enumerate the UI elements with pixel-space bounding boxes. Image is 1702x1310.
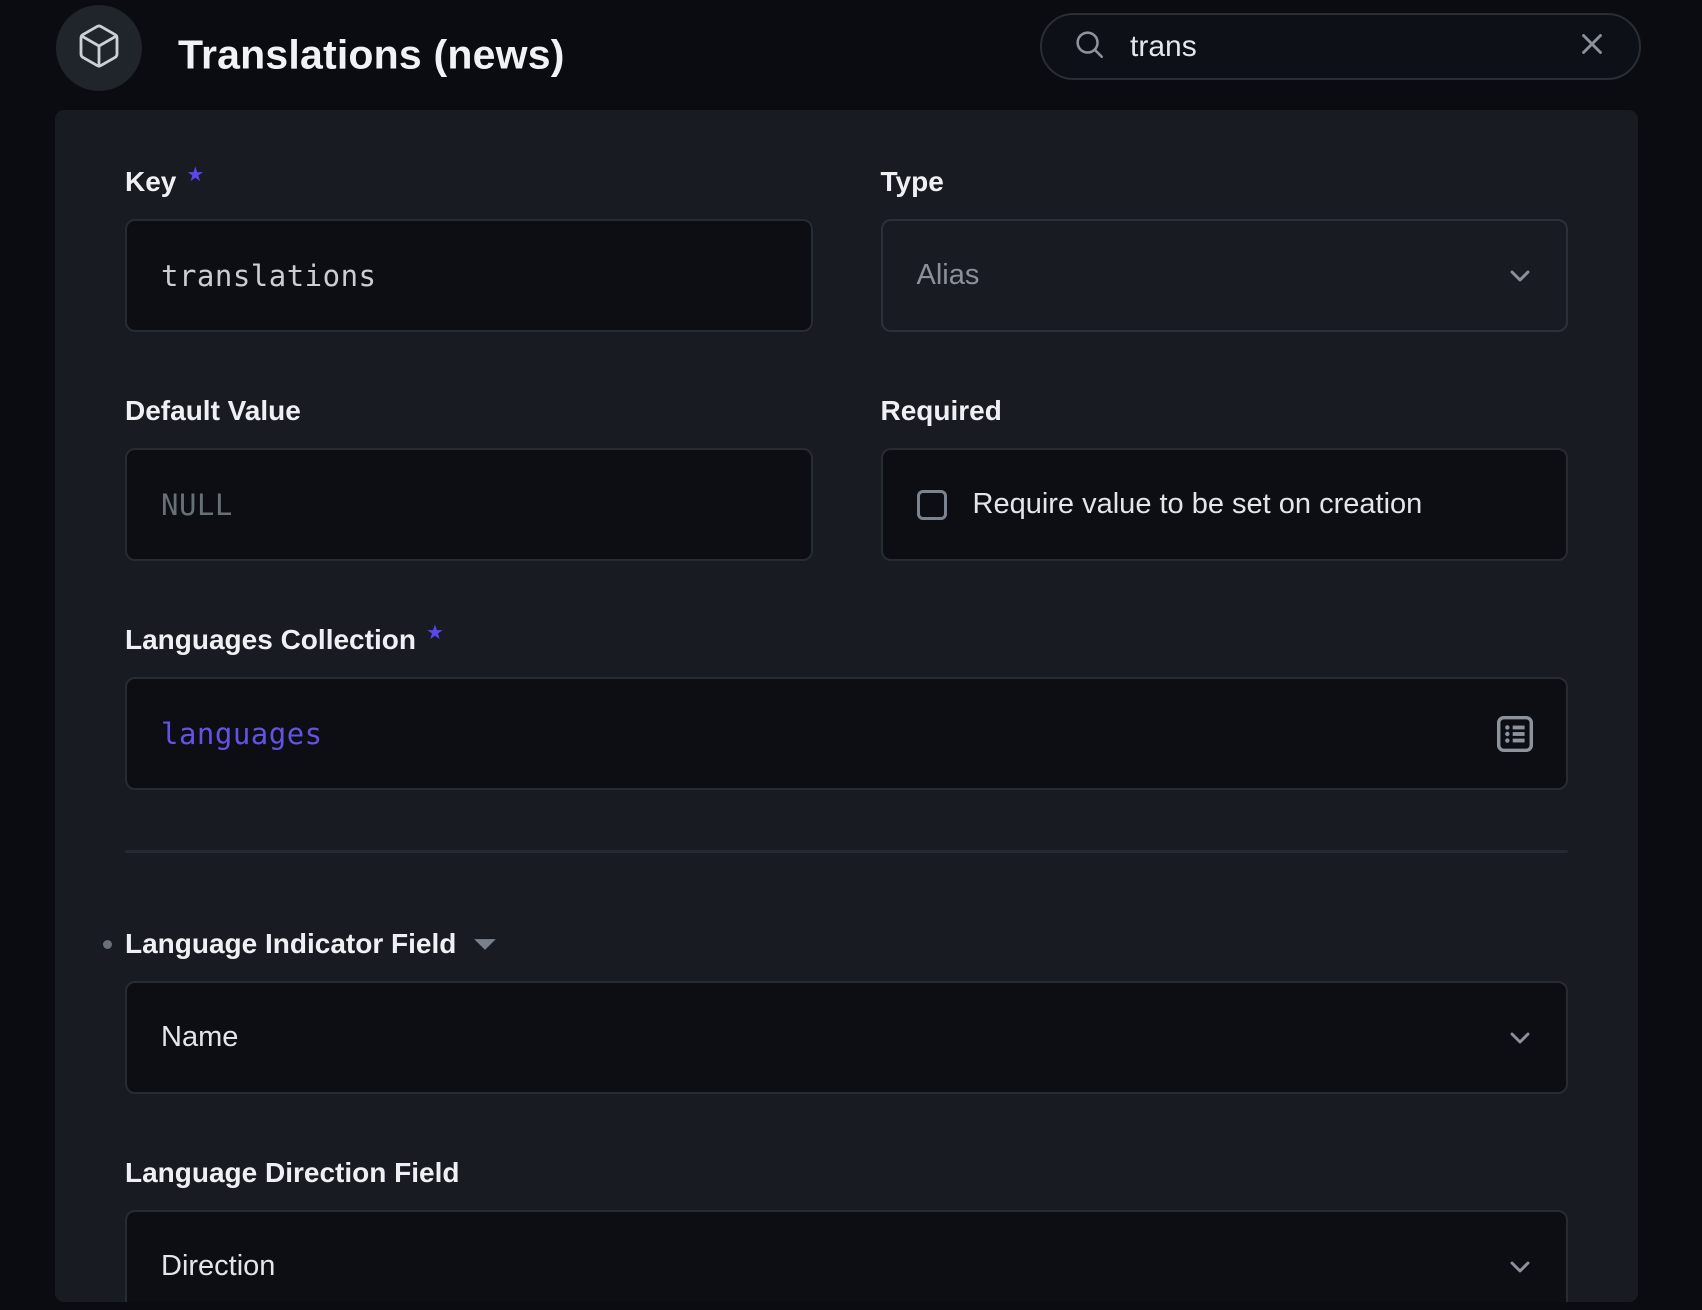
language-indicator-select[interactable]: Name	[125, 981, 1568, 1094]
key-input-box	[125, 219, 813, 332]
close-icon[interactable]	[1575, 27, 1609, 66]
type-select: Alias	[881, 219, 1569, 332]
section-divider	[125, 850, 1568, 853]
chevron-down-icon	[1504, 260, 1536, 292]
default-value-input-box	[125, 448, 813, 561]
required-checkbox-label: Require value to be set on creation	[973, 488, 1423, 521]
search-icon	[1072, 27, 1106, 66]
language-direction-select-value: Direction	[161, 1250, 275, 1283]
language-indicator-label[interactable]: Language Indicator Field	[125, 927, 1568, 961]
type-select-value: Alias	[917, 259, 980, 292]
field-group-type: Type Alias	[881, 165, 1569, 332]
cube-icon	[75, 22, 123, 75]
required-label: Required	[881, 394, 1569, 428]
default-value-input[interactable]	[161, 488, 777, 522]
languages-collection-value: languages	[161, 717, 323, 751]
default-value-label: Default Value	[125, 394, 813, 428]
collection-icon-badge	[56, 5, 142, 91]
languages-collection-label: Languages Collection ★	[125, 623, 1568, 657]
field-group-languages-collection: Languages Collection ★ languages	[125, 623, 1568, 790]
search-input[interactable]	[1130, 30, 1551, 64]
field-group-language-indicator: Language Indicator Field Name	[125, 927, 1568, 1094]
field-group-required: Required Require value to be set on crea…	[881, 394, 1569, 561]
chevron-down-icon	[1504, 1251, 1536, 1283]
required-toggle-box[interactable]: Require value to be set on creation	[881, 448, 1569, 561]
field-group-language-direction: Language Direction Field Direction	[125, 1156, 1568, 1302]
language-direction-label: Language Direction Field	[125, 1156, 1568, 1190]
key-label: Key ★	[125, 165, 813, 199]
key-input[interactable]	[161, 259, 777, 293]
field-group-key: Key ★	[125, 165, 813, 332]
caret-down-icon[interactable]	[472, 938, 498, 951]
chevron-down-icon	[1504, 1022, 1536, 1054]
field-settings-panel: Key ★ Type Alias D	[55, 110, 1638, 1302]
language-indicator-select-value: Name	[161, 1021, 238, 1054]
language-direction-select[interactable]: Direction	[125, 1210, 1568, 1302]
required-checkbox[interactable]	[917, 490, 947, 520]
search-bar[interactable]	[1040, 13, 1641, 80]
required-marker: ★	[186, 158, 204, 192]
drawer-header: Translations (news)	[0, 0, 1702, 110]
field-group-default-value: Default Value	[125, 394, 813, 561]
page-title: Translations (news)	[178, 32, 565, 79]
list-alt-icon[interactable]	[1492, 711, 1538, 757]
required-marker: ★	[426, 616, 444, 650]
dot-indicator	[103, 940, 112, 949]
languages-collection-input-box[interactable]: languages	[125, 677, 1568, 790]
type-label: Type	[881, 165, 1569, 199]
